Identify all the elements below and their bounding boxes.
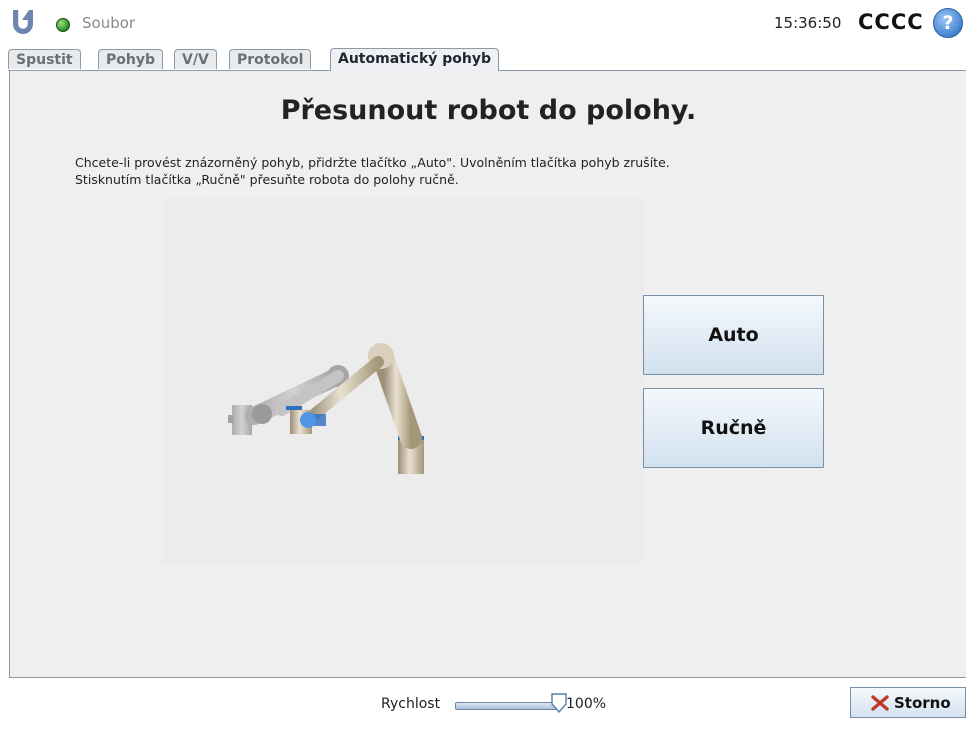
tab-bar: Spustit Pohyb V/V Protokol Automatický p…	[8, 48, 966, 71]
auto-button-label: Auto	[708, 324, 759, 346]
help-icon[interactable]: ?	[933, 8, 963, 38]
robot-arm-illustration	[228, 343, 424, 474]
clock: 15:36:50	[774, 14, 842, 32]
manual-button[interactable]: Ručně	[643, 388, 824, 468]
speed-label: Rychlost	[381, 696, 441, 712]
tab-run[interactable]: Spustit	[8, 49, 81, 69]
ur-logo	[13, 10, 33, 34]
tool-flange-marker	[300, 412, 316, 428]
instruction-line-2: Stisknutím tlačítka „Ručně" přesuňte rob…	[75, 172, 459, 187]
manual-button-label: Ručně	[700, 417, 767, 439]
speed-slider-track[interactable]	[455, 702, 562, 710]
auto-move-panel: Přesunout robot do polohy. Chcete-li pro…	[9, 71, 966, 678]
tab-io[interactable]: V/V	[174, 49, 217, 69]
cancel-button[interactable]: Storno	[850, 687, 966, 718]
x-icon	[871, 695, 889, 711]
speed-value: 100%	[566, 696, 607, 712]
file-menu[interactable]: Soubor	[82, 14, 135, 32]
current-arm-pose	[286, 343, 424, 474]
cancel-button-label: Storno	[894, 694, 951, 712]
page-title: Přesunout robot do polohy.	[280, 95, 697, 126]
auto-button[interactable]: Auto	[643, 295, 824, 375]
status-led-icon	[56, 18, 70, 32]
top-bar: Soubor 15:36:50 CCCC ?	[0, 0, 966, 46]
bottom-bar: Rychlost 100% Storno	[0, 678, 966, 729]
tab-auto-move[interactable]: Automatický pohyb	[330, 48, 500, 71]
robot-name: CCCC	[858, 10, 924, 34]
robot-3d-view	[162, 198, 644, 564]
tab-move[interactable]: Pohyb	[98, 49, 163, 69]
instruction-line-1: Chcete-li provést znázorněný pohyb, přid…	[75, 155, 670, 170]
tab-log[interactable]: Protokol	[229, 49, 312, 69]
